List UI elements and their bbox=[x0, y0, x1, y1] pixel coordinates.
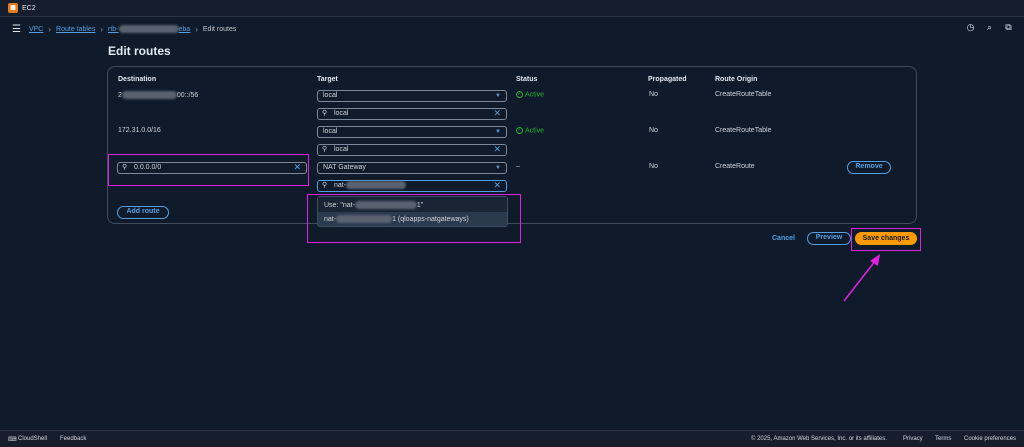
col-destination: Destination bbox=[118, 76, 157, 83]
chevron-right-icon: › bbox=[100, 24, 104, 34]
check-circle-icon: ✓ bbox=[516, 91, 523, 98]
search-icon: ⚲ bbox=[122, 164, 128, 171]
caret-down-icon: ▼ bbox=[495, 93, 501, 99]
feedback-link[interactable]: Feedback bbox=[60, 436, 86, 442]
route-1-origin: CreateRouteTable bbox=[715, 91, 772, 98]
search-icon: ⚲ bbox=[322, 146, 328, 153]
external-window-icon[interactable]: ⧉ bbox=[1003, 22, 1014, 33]
route-3-propagated: No bbox=[649, 163, 658, 170]
caret-down-icon: ▼ bbox=[495, 129, 501, 135]
top-bar: ▣ EC2 bbox=[0, 0, 1024, 17]
route-2-status: ✓ Active bbox=[516, 127, 545, 135]
breadcrumb-route-tables[interactable]: Route tables bbox=[56, 26, 95, 33]
route-1-target-select[interactable]: local ▼ bbox=[317, 90, 507, 102]
search-icon: ⚲ bbox=[322, 182, 328, 189]
clear-icon[interactable]: ✕ bbox=[493, 180, 501, 190]
search-icon: ⚲ bbox=[322, 110, 328, 117]
route-1-status: ✓ Active bbox=[516, 91, 545, 99]
route-1-propagated: No bbox=[649, 91, 658, 98]
cookie-preferences-link[interactable]: Cookie preferences bbox=[964, 436, 1016, 442]
service-name[interactable]: EC2 bbox=[22, 5, 36, 12]
copyright: © 2025, Amazon Web Services, Inc. or its… bbox=[751, 436, 887, 442]
page-title: Edit routes bbox=[108, 44, 171, 58]
route-3-origin: CreateRoute bbox=[715, 163, 755, 170]
chevron-right-icon: › bbox=[48, 24, 52, 34]
route-2-target-select[interactable]: local ▼ bbox=[317, 126, 507, 138]
col-route-origin: Route Origin bbox=[715, 76, 758, 83]
route-1-destination: 2 00::/56 bbox=[118, 91, 199, 99]
cancel-button[interactable]: Cancel bbox=[772, 235, 795, 242]
route-3-status: – bbox=[516, 163, 520, 170]
route-2-origin: CreateRouteTable bbox=[715, 127, 772, 134]
rtb-suffix: eba bbox=[178, 25, 191, 33]
breadcrumb: ☰ VPC › Route tables › rtb-eba › Edit ro… bbox=[0, 19, 1024, 39]
clear-icon[interactable]: ✕ bbox=[293, 162, 301, 172]
footer: ⌨ CloudShell Feedback © 2025, Amazon Web… bbox=[0, 430, 1024, 447]
route-3-target-select[interactable]: NAT Gateway ▼ bbox=[317, 162, 507, 174]
route-2-target-search[interactable]: ⚲ local ✕ bbox=[317, 144, 507, 156]
route-2-propagated: No bbox=[649, 127, 658, 134]
check-circle-icon: ✓ bbox=[516, 127, 523, 134]
route-1-target-search[interactable]: ⚲ local ✕ bbox=[317, 108, 507, 120]
breadcrumb-current: Edit routes bbox=[202, 25, 237, 33]
breadcrumb-vpc[interactable]: VPC bbox=[29, 26, 43, 33]
col-status: Status bbox=[516, 76, 538, 83]
highlight-save bbox=[851, 228, 921, 251]
col-target: Target bbox=[317, 76, 338, 83]
clear-icon[interactable]: ✕ bbox=[493, 144, 501, 154]
route-2-destination: 172.31.0.0/16 bbox=[118, 127, 161, 134]
redacted-id bbox=[118, 25, 179, 33]
cloudshell-link[interactable]: CloudShell bbox=[18, 436, 47, 442]
menu-icon[interactable]: ☰ bbox=[12, 24, 21, 35]
privacy-link[interactable]: Privacy bbox=[903, 436, 923, 442]
ec2-icon[interactable]: ▣ bbox=[8, 3, 18, 13]
clock-icon[interactable]: ◷ bbox=[965, 22, 976, 33]
annotation-arrow bbox=[843, 254, 880, 302]
add-route-button[interactable]: Add route bbox=[117, 206, 169, 219]
caret-down-icon: ▼ bbox=[495, 165, 501, 171]
clear-icon[interactable]: ✕ bbox=[493, 108, 501, 118]
route-3-destination-input[interactable]: ⚲ 0.0.0.0/0 ✕ bbox=[117, 162, 307, 174]
breadcrumb-route-table-id[interactable]: rtb-eba bbox=[108, 25, 190, 33]
remove-button[interactable]: Remove bbox=[847, 161, 891, 174]
route-3-target-search[interactable]: ⚲ nat- ✕ bbox=[317, 180, 507, 192]
feedback-icon[interactable]: ⌕ bbox=[984, 22, 995, 33]
col-propagated: Propagated bbox=[648, 76, 687, 83]
preview-button[interactable]: Preview bbox=[807, 232, 851, 245]
highlight-dropdown bbox=[307, 194, 521, 243]
cloudshell-icon[interactable]: ⌨ bbox=[8, 436, 17, 443]
chevron-right-icon: › bbox=[195, 24, 198, 34]
rtb-prefix: rtb- bbox=[108, 25, 119, 33]
terms-link[interactable]: Terms bbox=[935, 436, 951, 442]
